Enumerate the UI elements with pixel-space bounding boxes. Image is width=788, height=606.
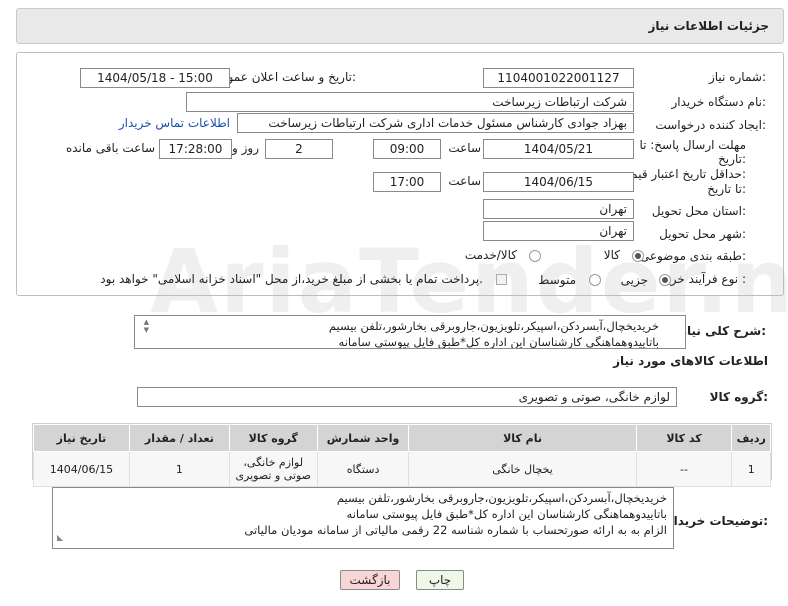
buyer-org-label: نام دستگاه خریدار: bbox=[671, 95, 767, 109]
cell-group-line-1: لوازم خانگی، bbox=[243, 456, 304, 469]
creator-label: ایجاد کننده درخواست: bbox=[655, 118, 766, 132]
buyer-notes-line-1: خریدیخچال،آبسردکن،اسپیکر،تلویزیون،جاروبر… bbox=[336, 491, 667, 505]
validity-label-date: تا تاریخ: bbox=[707, 182, 746, 196]
treasury-payment-checkbox[interactable] bbox=[496, 274, 507, 285]
cell-date: 1404/06/15 bbox=[33, 451, 130, 487]
buyer-notes-textarea[interactable]: خریدیخچال،آبسردکن،اسپیکر،تلویزیون،جاروبر… bbox=[52, 487, 674, 549]
announce-field[interactable]: 1404/05/18 - 15:00 bbox=[80, 68, 230, 88]
col-qty: تعداد / مقدار bbox=[128, 424, 230, 452]
category-option-goods-service: کالا/خدمت bbox=[464, 248, 517, 262]
buyer-org-field[interactable]: شرکت ارتباطات زیرساخت bbox=[186, 92, 634, 112]
validity-date-field[interactable]: 1404/06/15 bbox=[483, 172, 634, 192]
description-line-1: خریدیخچال،آبسردکن،اسپیکر،تلویزیون،جاروبر… bbox=[328, 319, 659, 333]
page-title: جزئیات اطلاعات نیاز bbox=[648, 19, 769, 33]
goods-table-header: ردیف کد کالا نام کالا واحد شمارش گروه کا… bbox=[33, 424, 771, 452]
category-radio-goods[interactable] bbox=[632, 250, 644, 262]
buyer-notes-line-2: باتاییدوهماهنگی کارشناسان این اداره کل*ط… bbox=[346, 507, 667, 521]
description-line-2: باتاییدوهماهنگی کارشناسان این اداره کل*ط… bbox=[338, 335, 659, 349]
buyer-notes-label: توضیحات خریدار: bbox=[666, 514, 768, 528]
col-date: تاریخ نیاز bbox=[33, 424, 130, 452]
process-radio-medium[interactable] bbox=[589, 274, 601, 286]
goods-group-label: گروه کالا: bbox=[709, 390, 768, 404]
deadline-label: مهلت ارسال پاسخ: تا bbox=[639, 138, 746, 152]
resize-handle-icon[interactable]: ◣ bbox=[57, 530, 63, 546]
validity-label: حداقل تاریخ اعتبار قیمت: bbox=[619, 167, 746, 181]
process-option-minor: جزیی bbox=[620, 273, 648, 287]
page-header: جزئیات اطلاعات نیاز bbox=[16, 8, 784, 44]
deadline-date-field[interactable]: 1404/05/21 bbox=[483, 139, 634, 159]
deadline-time-label: ساعت bbox=[448, 141, 481, 155]
validity-time-field[interactable]: 17:00 bbox=[373, 172, 441, 192]
scroll-arrows-icon[interactable]: ▲ ▼ bbox=[139, 318, 149, 334]
validity-time-label: ساعت bbox=[448, 174, 481, 188]
goods-table-wrapper: ردیف کد کالا نام کالا واحد شمارش گروه کا… bbox=[32, 423, 772, 487]
deadline-label-date: تاریخ: bbox=[718, 152, 746, 166]
col-group: گروه کالا bbox=[228, 424, 318, 452]
cell-code: -- bbox=[635, 451, 733, 487]
col-row: ردیف bbox=[731, 424, 771, 452]
col-code: کد کالا bbox=[635, 424, 733, 452]
need-number-field[interactable]: 1104001022001127 bbox=[483, 68, 634, 88]
process-label: نوع فرآیند خرید : bbox=[661, 272, 746, 286]
cell-name: یخچال خانگی bbox=[408, 451, 637, 487]
back-button[interactable]: بازگشت bbox=[340, 570, 400, 590]
remaining-label: ساعت باقی مانده bbox=[65, 141, 155, 155]
cell-row: 1 bbox=[731, 451, 771, 487]
days-label: روز و bbox=[232, 141, 259, 155]
deadline-time-field[interactable]: 09:00 bbox=[373, 139, 441, 159]
city-label: شهر محل تحویل: bbox=[659, 227, 746, 241]
buyer-notes-line-3: الزام به به ارائه صورتحساب با شماره شناس… bbox=[244, 523, 667, 537]
cell-unit: دستگاه bbox=[316, 451, 410, 487]
goods-group-field[interactable]: لوازم خانگی، صوتی و تصویری bbox=[137, 387, 677, 407]
cell-group: لوازم خانگی، صوتی و تصویری bbox=[228, 451, 318, 487]
contact-info-link[interactable]: اطلاعات تماس خریدار bbox=[119, 116, 230, 130]
description-textarea[interactable]: خریدیخچال،آبسردکن،اسپیکر،تلویزیون،جاروبر… bbox=[134, 315, 686, 349]
payment-note: پرداخت تمام یا بخشی از مبلغ خرید،از محل … bbox=[100, 272, 483, 286]
description-label: شرح کلی نیاز: bbox=[680, 324, 766, 338]
cell-qty: 1 bbox=[128, 451, 230, 487]
goods-table: ردیف کد کالا نام کالا واحد شمارش گروه کا… bbox=[33, 424, 771, 487]
col-unit: واحد شمارش bbox=[316, 424, 410, 452]
days-field[interactable]: 2 bbox=[265, 139, 333, 159]
province-label: استان محل تحویل: bbox=[651, 204, 746, 218]
announce-label: تاریخ و ساعت اعلان عمومی: bbox=[211, 70, 356, 84]
need-number-label: شماره نیاز: bbox=[708, 70, 766, 84]
category-option-goods: کالا bbox=[603, 248, 620, 262]
goods-section-title: اطلاعات کالاهای مورد نیاز bbox=[613, 354, 768, 368]
category-label: طبقه بندی موضوعی: bbox=[639, 249, 746, 263]
table-row[interactable]: 1 -- یخچال خانگی دستگاه لوازم خانگی، صوت… bbox=[33, 451, 771, 487]
process-option-medium: متوسط bbox=[538, 273, 576, 287]
creator-field[interactable]: بهزاد جوادی کارشناس مسئول خدمات اداری شر… bbox=[237, 113, 634, 133]
city-field[interactable]: تهران bbox=[483, 221, 634, 241]
print-button[interactable]: چاپ bbox=[416, 570, 464, 590]
cell-group-line-2: صوتی و تصویری bbox=[235, 469, 312, 482]
process-radio-minor[interactable] bbox=[659, 274, 671, 286]
remaining-time-field[interactable]: 17:28:00 bbox=[159, 139, 232, 159]
province-field[interactable]: تهران bbox=[483, 199, 634, 219]
category-radio-goods-service[interactable] bbox=[529, 250, 541, 262]
col-name: نام کالا bbox=[408, 424, 637, 452]
